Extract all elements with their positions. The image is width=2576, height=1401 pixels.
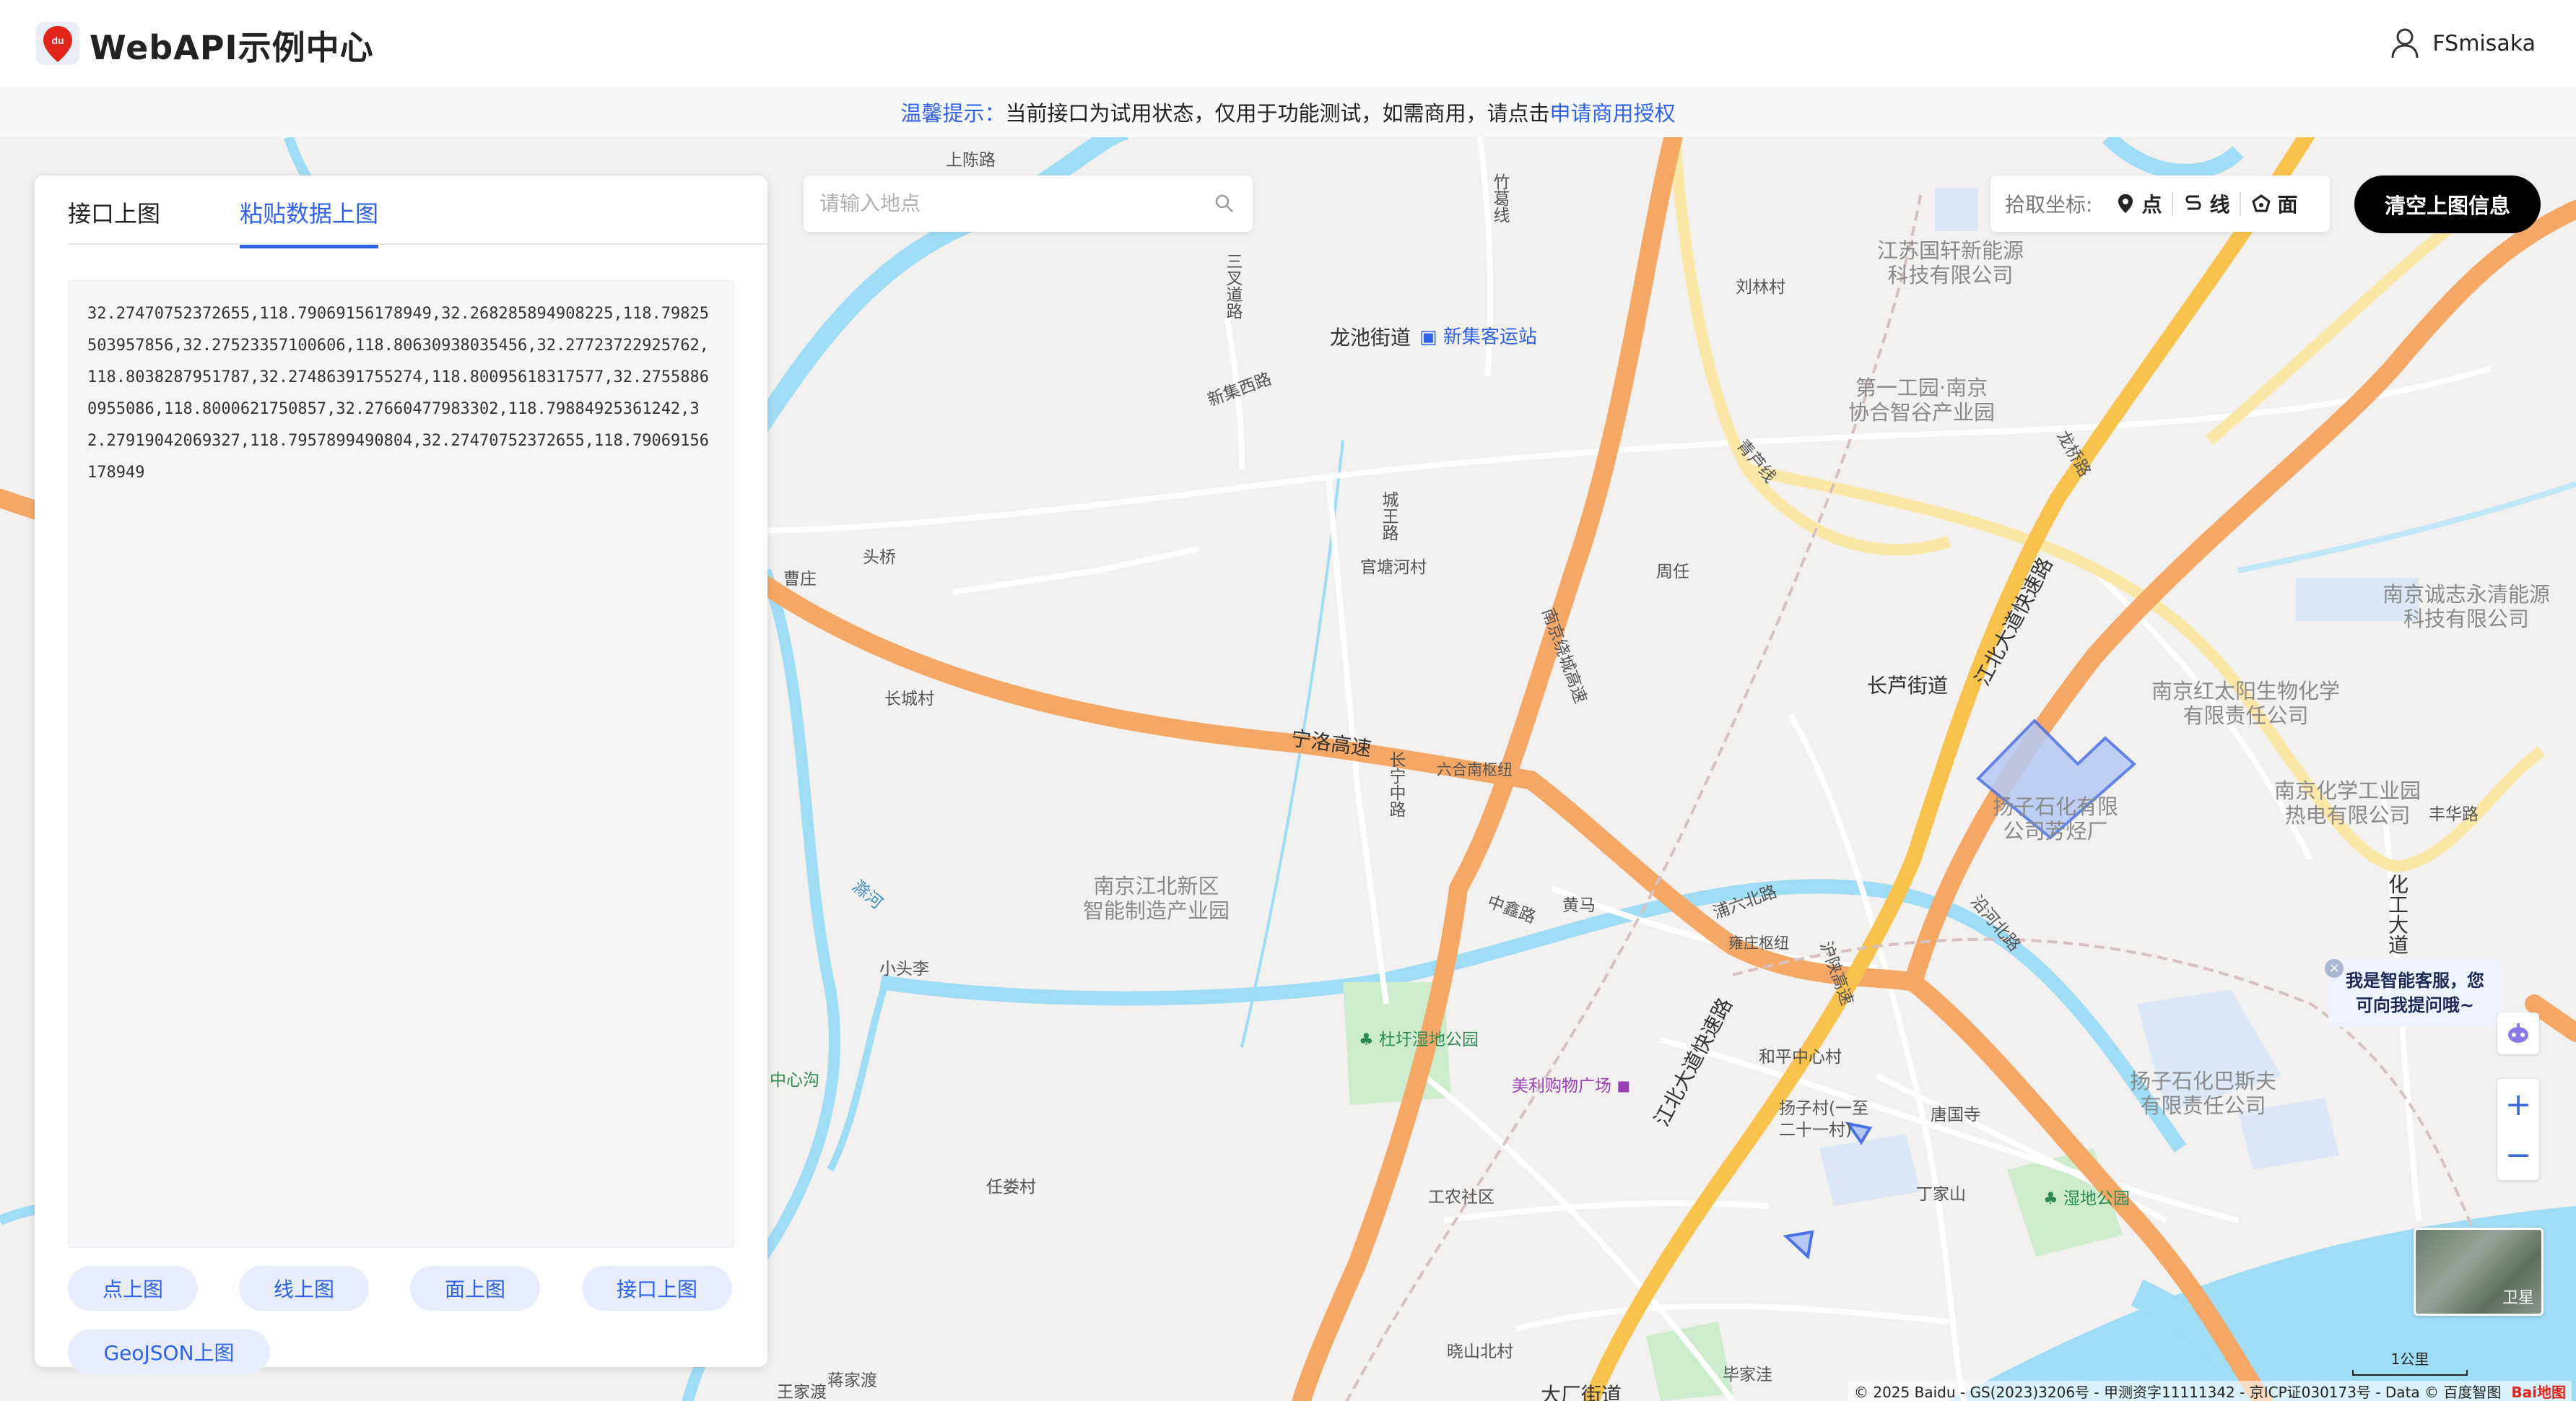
map-label: 大厂街道 <box>1541 1383 1622 1401</box>
bus-station-label: ▣ 新集客运站 <box>1419 326 1537 348</box>
map-label: 曹庄 <box>783 570 817 589</box>
map-poi-label: 扬子石化巴斯夫 有限责任公司 <box>2130 1069 2277 1118</box>
park-label: ♣ 杜圩湿地公园 <box>1359 1031 1479 1049</box>
notice-bar: 温馨提示： 当前接口为试用状态，仅用于功能测试，如需商用，请点击 申请商用授权 <box>0 87 2576 137</box>
map-label: 三叉道路 <box>1223 253 1242 319</box>
park-label: ♣ 湿地公园 <box>2043 1189 2130 1208</box>
svg-text:du: du <box>51 35 64 46</box>
plot-geojson-button[interactable]: GeoJSON上图 <box>68 1330 270 1374</box>
location-search <box>804 175 1253 232</box>
map-label: 化工大道 <box>2385 874 2409 955</box>
map-label: 黄马 <box>1562 896 1596 915</box>
satellite-label: 卫星 <box>2502 1289 2534 1307</box>
map-label: 中心沟 <box>770 1071 819 1090</box>
tab-api-plot[interactable]: 接口上图 <box>68 196 160 245</box>
user-icon <box>2391 28 2419 58</box>
map-copyright: © 2025 Baidu - GS(2023)3206号 - 甲测资字11111… <box>1848 1381 2572 1401</box>
zoom-out-button[interactable]: − <box>2497 1129 2539 1180</box>
polyline-icon <box>2185 195 2201 210</box>
pick-point-option[interactable]: 点 <box>2105 189 2172 218</box>
map-label: 蒋家渡 <box>827 1371 877 1390</box>
close-icon[interactable]: × <box>2325 959 2344 978</box>
plot-line-button[interactable]: 线上图 <box>239 1266 369 1311</box>
plot-polygon-button[interactable]: 面上图 <box>410 1266 540 1311</box>
map-poi-label: 南京诚志永清能源 科技有限公司 <box>2383 582 2551 631</box>
map-poi-label: 南京江北新区 智能制造产业园 <box>1083 874 1230 923</box>
map-label: 长芦街道 <box>1867 674 1949 698</box>
coordinate-data-textarea[interactable]: 32.27470752372655,118.79069156178949,32.… <box>68 280 734 1248</box>
map-label: 竹葛线 <box>1490 173 1509 223</box>
map-label: 扬子村(一至 二十一村) <box>1779 1099 1868 1140</box>
map-label: 长城村 <box>884 690 934 708</box>
map-label: 丁家山 <box>1916 1185 1966 1204</box>
apply-license-link[interactable]: 申请商用授权 <box>1550 97 1676 127</box>
map-label: 小头李 <box>879 960 929 979</box>
top-header: du WebAPI示例中心 FSmisaka <box>0 0 2576 87</box>
map-label: 城王路 <box>1379 491 1398 541</box>
baidu-map-logo-icon: du <box>36 22 79 65</box>
plot-api-button[interactable]: 接口上图 <box>582 1266 732 1311</box>
pick-polygon-option[interactable]: 面 <box>2241 189 2307 218</box>
tab-paste-data-plot[interactable]: 粘贴数据上图 <box>240 196 379 248</box>
map-label: 六合南枢纽 <box>1437 761 1513 778</box>
map-label: 毕家洼 <box>1723 1366 1772 1384</box>
map-poi-label: 江苏国轩新能源 科技有限公司 <box>1877 238 2024 287</box>
map-label: 长宁中路 <box>1386 751 1405 817</box>
location-pin-icon <box>2118 194 2133 213</box>
map-label: 龙池街道 <box>1330 326 1411 350</box>
notice-label: 温馨提示： <box>900 101 1006 126</box>
zoom-control: + − <box>2497 1079 2539 1180</box>
plot-point-button[interactable]: 点上图 <box>68 1266 198 1311</box>
notice-text: 当前接口为试用状态，仅用于功能测试，如需商用，请点击 <box>1005 101 1550 126</box>
pick-line-option[interactable]: 线 <box>2173 189 2240 218</box>
map-label: 和平中心村 <box>1759 1048 1842 1067</box>
map-poi-label: 南京红太阳生物化学 有限责任公司 <box>2151 679 2341 728</box>
assistant-bubble[interactable]: 我是智能客服，您 可向我提问哦~ <box>2328 958 2502 1027</box>
clear-map-button[interactable]: 清空上图信息 <box>2354 175 2541 233</box>
polygon-icon <box>2252 194 2271 212</box>
map-label: 官塘河村 <box>1360 558 1427 577</box>
panel-tabs: 接口上图 粘贴数据上图 <box>68 175 768 248</box>
map-poi-label: 第一工园·南京 协合智谷产业园 <box>1848 376 1996 425</box>
map-label: 唐国寺 <box>1931 1106 1980 1124</box>
map-label: 任娄村 <box>986 1178 1036 1197</box>
picker-label: 拾取坐标: <box>2005 193 2093 217</box>
zoom-in-button[interactable]: + <box>2497 1079 2539 1129</box>
map-label: 上陈路 <box>946 151 996 170</box>
map-label: 丰华路 <box>2429 805 2479 824</box>
map-poi-label: 扬子石化有限 公司芳烃厂 <box>1993 794 2119 843</box>
baidu-map-logo: Bai地图 <box>2511 1383 2566 1401</box>
map-label: 刘林村 <box>1736 278 1785 297</box>
map-label: 头桥 <box>863 548 896 567</box>
map-poi-label: 南京化学工业园 热电有限公司 <box>2274 778 2421 828</box>
mall-label: 美利购物广场 ◼ <box>1512 1077 1631 1096</box>
assistant-robot-icon[interactable] <box>2497 1012 2539 1054</box>
map-label: 工农社区 <box>1428 1188 1494 1207</box>
coordinate-picker: 拾取坐标: 点 线 面 <box>1990 175 2330 232</box>
search-icon[interactable] <box>1214 193 1235 214</box>
search-input[interactable] <box>819 186 1195 222</box>
map-label: 周任 <box>1656 563 1689 581</box>
data-panel: 接口上图 粘贴数据上图 32.27470752372655,118.790691… <box>35 175 768 1374</box>
map-label: 雍庄枢纽 <box>1728 934 1789 952</box>
app-title: WebAPI示例中心 <box>90 28 374 67</box>
map-label: 晓山北村 <box>1447 1343 1513 1361</box>
user-menu[interactable]: FSmisaka <box>2390 27 2536 59</box>
satellite-toggle[interactable]: 卫星 <box>2414 1228 2544 1316</box>
username: FSmisaka <box>2432 30 2536 56</box>
map-label: 王家渡 <box>777 1383 827 1401</box>
map-scale: 1公里 <box>2352 1348 2468 1376</box>
